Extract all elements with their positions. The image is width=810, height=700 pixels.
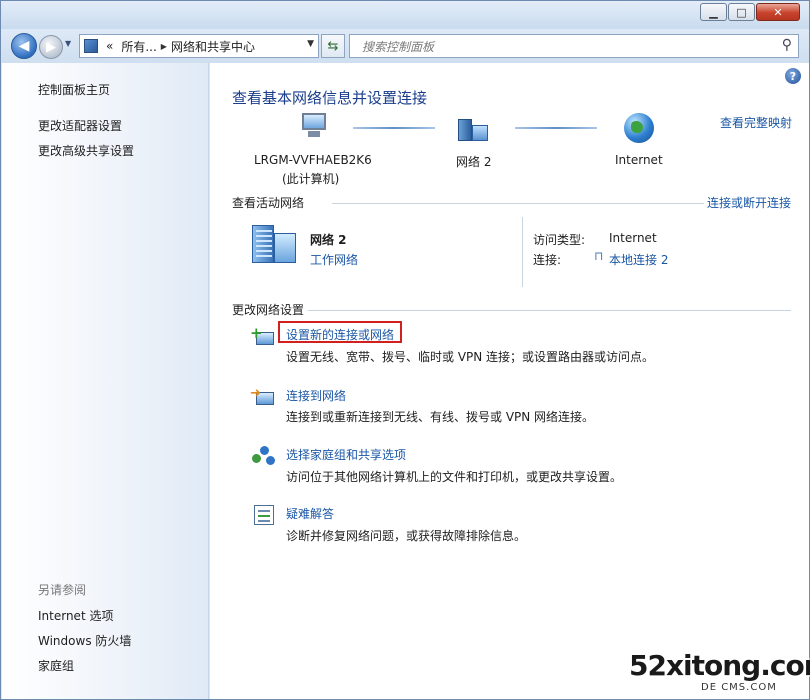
forward-button[interactable]: ▶: [39, 35, 63, 59]
access-type-value: Internet: [609, 231, 657, 245]
main-content: ? 查看基本网络信息并设置连接 查看完整映射 LRGM-VVFHAEB2K6 (…: [210, 63, 809, 699]
sidebar-item-change-adapter-settings[interactable]: 更改适配器设置: [38, 117, 122, 134]
breadcrumb-separator-icon[interactable]: ▶: [161, 42, 167, 51]
address-prefix[interactable]: «: [106, 39, 113, 53]
computer-name: LRGM-VVFHAEB2K6: [254, 153, 372, 167]
navigation-bar: ◀ ▶ ▼ « 所有... ▶ 网络和共享中心 ▼ ⇆ 搜索控制面板 ⚲: [1, 29, 809, 63]
divider: [332, 203, 704, 204]
recent-pages-dropdown-icon[interactable]: ▼: [65, 39, 71, 48]
active-networks-heading: 查看活动网络: [232, 196, 305, 210]
page-title: 查看基本网络信息并设置连接: [232, 89, 428, 107]
computer-subtitle: (此计算机): [282, 172, 340, 186]
breadcrumb-network-sharing-center[interactable]: 网络和共享中心: [171, 38, 255, 55]
setup-new-connection-link[interactable]: 设置新的连接或网络: [286, 326, 394, 343]
homegroup-sharing-link[interactable]: 选择家庭组和共享选项: [286, 446, 406, 463]
internet-label: Internet: [615, 153, 663, 167]
homegroup-sharing-icon[interactable]: [252, 446, 276, 468]
search-icon[interactable]: ⚲: [782, 37, 792, 53]
watermark: 52xitong.com: [629, 649, 810, 682]
close-button[interactable]: ✕: [756, 3, 800, 21]
sidebar-item-windows-firewall[interactable]: Windows 防火墙: [38, 632, 131, 649]
computer-icon[interactable]: [298, 113, 328, 139]
back-arrow-icon: ◀: [18, 38, 30, 54]
troubleshoot-desc: 诊断并修复网络问题，或获得故障排除信息。: [286, 529, 527, 543]
title-bar: ▁ □ ✕: [1, 1, 809, 29]
see-also-heading: 另请参阅: [38, 583, 87, 597]
change-settings-heading: 更改网络设置: [232, 303, 305, 317]
connection-line: [515, 127, 597, 129]
back-button[interactable]: ◀: [11, 33, 37, 59]
setup-new-connection-desc: 设置无线、宽带、拨号、临时或 VPN 连接；或设置路由器或访问点。: [286, 350, 655, 364]
troubleshoot-icon[interactable]: [252, 505, 276, 527]
help-icon[interactable]: ?: [785, 68, 801, 84]
connect-to-network-link[interactable]: 连接到网络: [286, 387, 346, 404]
refresh-button[interactable]: ⇆: [321, 34, 345, 58]
refresh-icon: ⇆: [327, 38, 339, 54]
address-bar[interactable]: « 所有... ▶ 网络和共享中心 ▼: [79, 34, 319, 58]
active-network-name: 网络 2: [310, 233, 347, 247]
internet-globe-icon[interactable]: [624, 113, 654, 143]
minimize-button[interactable]: ▁: [700, 3, 727, 21]
search-placeholder: 搜索控制面板: [362, 39, 435, 54]
homegroup-sharing-desc: 访问位于其他网络计算机上的文件和打印机，或更改共享设置。: [286, 470, 623, 484]
maximize-button[interactable]: □: [728, 3, 755, 21]
sidebar-item-homegroup[interactable]: 家庭组: [38, 657, 74, 674]
forward-arrow-icon: ▶: [46, 39, 56, 55]
window: ▁ □ ✕ ◀ ▶ ▼ « 所有... ▶ 网络和共享中心 ▼ ⇆ 搜索控制面板…: [0, 0, 810, 700]
local-connection-link[interactable]: 本地连接 2: [609, 251, 668, 268]
divider: [308, 310, 791, 311]
watermark-sub: DE CMS.COM: [701, 682, 777, 693]
sidebar: 控制面板主页 更改适配器设置 更改高级共享设置 另请参阅 Internet 选项…: [2, 63, 209, 699]
connect-or-disconnect-link[interactable]: 连接或断开连接: [707, 194, 791, 211]
sidebar-item-change-advanced-sharing[interactable]: 更改高级共享设置: [38, 142, 134, 159]
work-network-link[interactable]: 工作网络: [310, 251, 358, 268]
address-dropdown-icon[interactable]: ▼: [307, 39, 314, 49]
connect-to-network-desc: 连接到或重新连接到无线、有线、拨号或 VPN 网络连接。: [286, 410, 595, 424]
see-full-map-link[interactable]: 查看完整映射: [720, 114, 792, 131]
sidebar-item-control-panel-home[interactable]: 控制面板主页: [38, 81, 110, 98]
breadcrumb-all-items[interactable]: 所有...: [121, 38, 156, 55]
connections-label: 连接:: [533, 253, 562, 267]
network-label: 网络 2: [456, 155, 492, 169]
local-connection-icon: ⊓: [594, 249, 604, 263]
network-large-icon: [252, 225, 300, 265]
vertical-divider: [522, 217, 523, 287]
troubleshoot-link[interactable]: 疑难解答: [286, 505, 334, 522]
connect-to-network-icon[interactable]: ➜: [250, 386, 276, 410]
control-panel-icon: [84, 39, 98, 53]
new-connection-icon[interactable]: +: [250, 324, 276, 350]
access-type-label: 访问类型:: [533, 233, 586, 247]
search-input[interactable]: 搜索控制面板 ⚲: [349, 34, 799, 58]
network-icon[interactable]: [458, 115, 492, 143]
sidebar-item-internet-options[interactable]: Internet 选项: [38, 607, 113, 624]
connection-line: [353, 127, 435, 129]
